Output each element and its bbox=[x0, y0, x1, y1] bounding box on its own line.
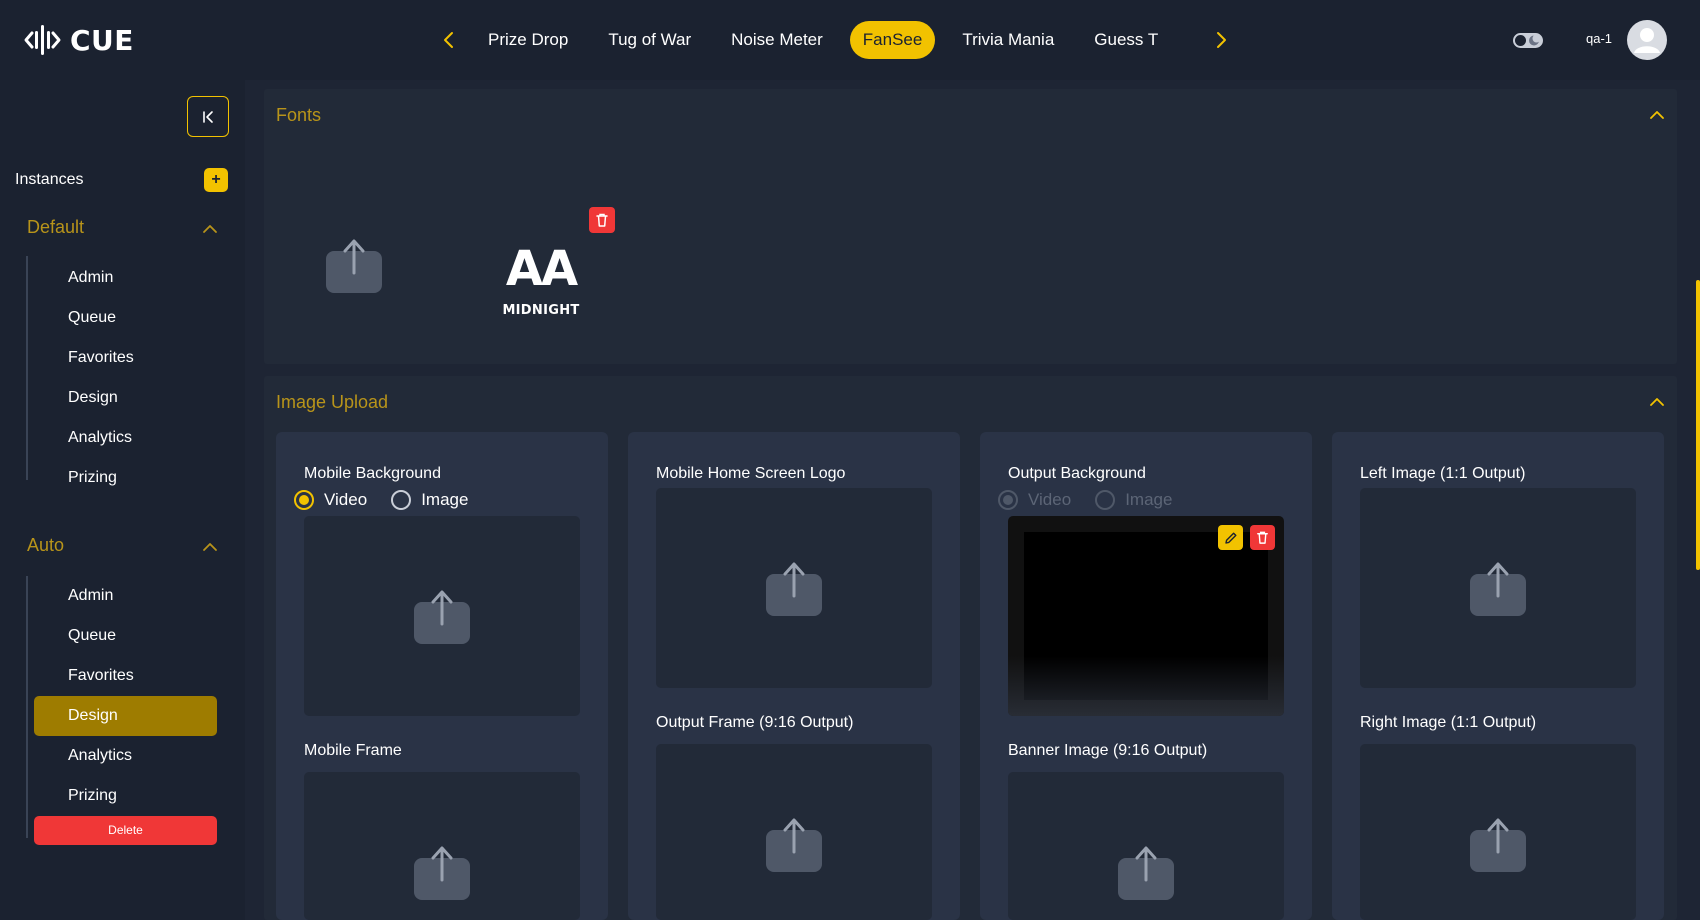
card-label: Mobile Home Screen Logo bbox=[656, 465, 846, 482]
trash-icon bbox=[1257, 531, 1268, 544]
radio-video-label: Video bbox=[1028, 490, 1072, 509]
delete-font-button[interactable] bbox=[589, 207, 615, 233]
chevron-up-icon[interactable] bbox=[1647, 394, 1667, 410]
chevron-left-icon bbox=[444, 32, 453, 48]
chevron-up-icon[interactable] bbox=[1647, 107, 1667, 123]
card-label: Banner Image (9:16 Output) bbox=[1008, 742, 1208, 759]
chevron-up-icon[interactable] bbox=[200, 539, 220, 555]
sidebar-item-default-analytics[interactable]: Analytics bbox=[34, 418, 217, 458]
instances-label: Instances bbox=[15, 171, 84, 188]
tab-guess-t[interactable]: Guess T bbox=[1081, 21, 1171, 59]
trash-icon bbox=[596, 213, 608, 227]
sidebar-item-default-queue[interactable]: Queue bbox=[34, 298, 217, 338]
sidebar-item-auto-favorites[interactable]: Favorites bbox=[34, 656, 217, 696]
delete-image-button[interactable] bbox=[1250, 525, 1275, 550]
card-label: Mobile Background bbox=[304, 465, 441, 482]
chevron-up-icon[interactable] bbox=[200, 221, 220, 237]
sidebar: Instances + Default Admin Queue Favorite… bbox=[0, 80, 240, 920]
main-content: Fonts AA MIDNIGHT Image Upload Mobile Ba… bbox=[245, 80, 1700, 920]
upload-icon bbox=[766, 818, 822, 872]
logo-text: CUE bbox=[70, 23, 134, 57]
group-auto-title[interactable]: Auto bbox=[27, 535, 64, 556]
image-card-left-image: Left Image (1:1 Output) Right Image (1:1… bbox=[1332, 432, 1664, 920]
sidebar-item-default-favorites[interactable]: Favorites bbox=[34, 338, 217, 378]
upload-icon bbox=[1470, 818, 1526, 872]
collapse-sidebar-button[interactable] bbox=[187, 96, 229, 137]
image-upload-panel-title: Image Upload bbox=[276, 392, 389, 412]
game-nav: Prize Drop Tug of War Noise Meter FanSee… bbox=[430, 20, 1240, 60]
radio-video-label: Video bbox=[324, 490, 368, 509]
fonts-panel: Fonts AA MIDNIGHT bbox=[264, 89, 1677, 364]
upload-dropzone[interactable] bbox=[1008, 772, 1284, 920]
top-header: CUE Prize Drop Tug of War Noise Meter Fa… bbox=[0, 0, 1700, 80]
sidebar-item-auto-admin[interactable]: Admin bbox=[34, 576, 217, 616]
group-default-line bbox=[26, 256, 28, 480]
sidebar-item-default-admin[interactable]: Admin bbox=[34, 258, 217, 298]
sidebar-item-auto-prizing[interactable]: Prizing bbox=[34, 776, 217, 816]
image-card-mobile-background: Mobile Background Video Image Mobile Fra… bbox=[276, 432, 608, 920]
main-scrollbar[interactable] bbox=[1696, 280, 1700, 570]
pencil-icon bbox=[1224, 532, 1236, 544]
image-card-output-background: Output Background Video Image Banner Ima… bbox=[980, 432, 1312, 920]
sidebar-item-auto-design[interactable]: Design bbox=[34, 696, 217, 736]
tab-trivia-mania[interactable]: Trivia Mania bbox=[949, 21, 1067, 59]
sidebar-item-default-design[interactable]: Design bbox=[34, 378, 217, 418]
upload-icon bbox=[414, 590, 470, 644]
logo[interactable]: CUE bbox=[24, 20, 134, 60]
media-type-radio-group: Video Image bbox=[294, 490, 492, 510]
add-instance-button[interactable]: + bbox=[204, 168, 228, 192]
radio-image-label: Image bbox=[1125, 490, 1173, 509]
radio-image-label: Image bbox=[421, 490, 469, 509]
upload-dropzone[interactable] bbox=[1360, 744, 1636, 920]
chevron-right-icon bbox=[1217, 32, 1226, 48]
theme-toggle-icon[interactable] bbox=[1512, 28, 1544, 52]
upload-icon bbox=[766, 562, 822, 616]
upload-icon bbox=[414, 846, 470, 900]
card-label: Mobile Frame bbox=[304, 742, 402, 759]
user-icon bbox=[1634, 28, 1660, 53]
collapse-left-icon bbox=[203, 110, 213, 123]
sidebar-item-auto-analytics[interactable]: Analytics bbox=[34, 736, 217, 776]
nav-tabs: Prize Drop Tug of War Noise Meter FanSee… bbox=[468, 21, 1202, 59]
fonts-panel-title: Fonts bbox=[276, 105, 322, 125]
font-sample: AA bbox=[505, 241, 578, 297]
image-card-mobile-home-logo: Mobile Home Screen Logo Output Frame (9:… bbox=[628, 432, 960, 920]
card-label: Left Image (1:1 Output) bbox=[1360, 465, 1526, 482]
username: qa-1 bbox=[1586, 31, 1613, 46]
group-auto-line bbox=[26, 576, 28, 838]
delete-instance-button[interactable]: Delete bbox=[34, 816, 217, 845]
preview-gradient bbox=[1008, 656, 1284, 716]
tab-prize-drop[interactable]: Prize Drop bbox=[475, 21, 581, 59]
media-type-radio-group: Video Image bbox=[998, 490, 1196, 510]
card-label: Right Image (1:1 Output) bbox=[1360, 714, 1537, 731]
card-label: Output Background bbox=[1008, 465, 1146, 482]
edit-image-button[interactable] bbox=[1218, 525, 1243, 550]
upload-dropzone[interactable] bbox=[656, 488, 932, 688]
font-name: MIDNIGHT bbox=[502, 303, 580, 318]
radio-image[interactable] bbox=[1095, 490, 1116, 510]
output-background-preview[interactable] bbox=[1008, 516, 1284, 716]
upload-icon bbox=[1118, 846, 1174, 900]
radio-video[interactable] bbox=[998, 490, 1018, 510]
upload-dropzone[interactable] bbox=[304, 516, 580, 716]
group-default-title[interactable]: Default bbox=[27, 217, 84, 238]
upload-dropzone[interactable] bbox=[656, 744, 932, 920]
radio-video[interactable] bbox=[294, 490, 314, 510]
upload-font-icon[interactable] bbox=[326, 237, 382, 293]
avatar[interactable] bbox=[1627, 20, 1667, 60]
tab-noise-meter[interactable]: Noise Meter bbox=[718, 21, 836, 59]
tab-fansee[interactable]: FanSee bbox=[849, 21, 936, 59]
cue-logo-icon bbox=[24, 25, 61, 55]
sidebar-item-default-prizing[interactable]: Prizing bbox=[34, 458, 217, 498]
font-card[interactable]: AA MIDNIGHT bbox=[486, 241, 596, 318]
upload-dropzone[interactable] bbox=[304, 772, 580, 920]
upload-dropzone[interactable] bbox=[1360, 488, 1636, 688]
tab-tug-of-war[interactable]: Tug of War bbox=[595, 21, 704, 59]
nav-prev-button[interactable] bbox=[430, 20, 468, 60]
sidebar-item-auto-queue[interactable]: Queue bbox=[34, 616, 217, 656]
radio-image[interactable] bbox=[391, 490, 412, 510]
nav-next-button[interactable] bbox=[1202, 20, 1240, 60]
card-label: Output Frame (9:16 Output) bbox=[656, 714, 854, 731]
upload-icon bbox=[1470, 562, 1526, 616]
